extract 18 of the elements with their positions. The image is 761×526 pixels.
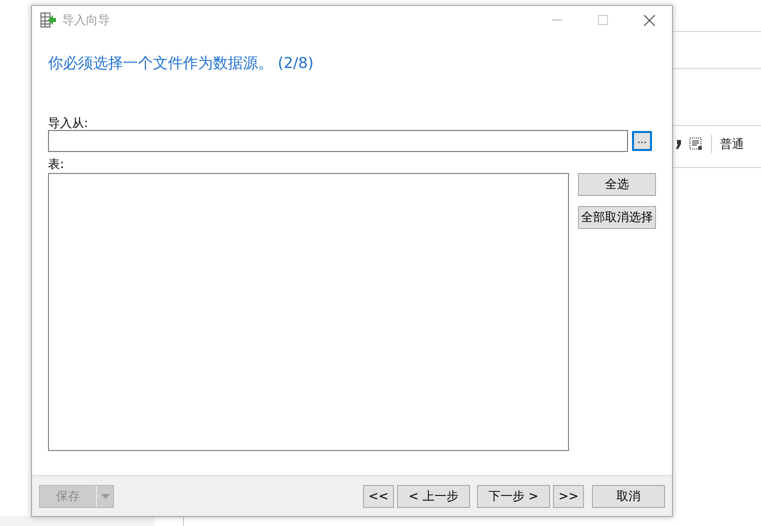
window-title: 导入向导	[62, 12, 111, 28]
table-icon[interactable]	[689, 137, 703, 151]
comma-icon[interactable]	[676, 140, 681, 148]
input-field[interactable]	[48, 130, 628, 152]
nav-button[interactable]: 下一步 >	[477, 484, 550, 508]
style-label[interactable]: 普通	[720, 136, 744, 152]
field-label: 导入从:	[48, 116, 90, 130]
cancel-button[interactable]: 取消	[592, 484, 665, 508]
import-icon	[40, 12, 56, 28]
select-button[interactable]: 全选	[578, 173, 656, 196]
nav-button[interactable]: <<	[363, 484, 394, 508]
nav-button[interactable]: < 上一步	[397, 484, 470, 508]
close-icon[interactable]	[644, 14, 654, 26]
field-label: 表:	[48, 157, 66, 171]
browse-button[interactable]: ...	[632, 131, 652, 151]
nav-button[interactable]: >>	[553, 484, 584, 508]
step-heading: 你必须选择一个文件作为数据源。 (2/8)	[48, 54, 315, 74]
select-button[interactable]: 全部取消选择	[578, 206, 656, 229]
